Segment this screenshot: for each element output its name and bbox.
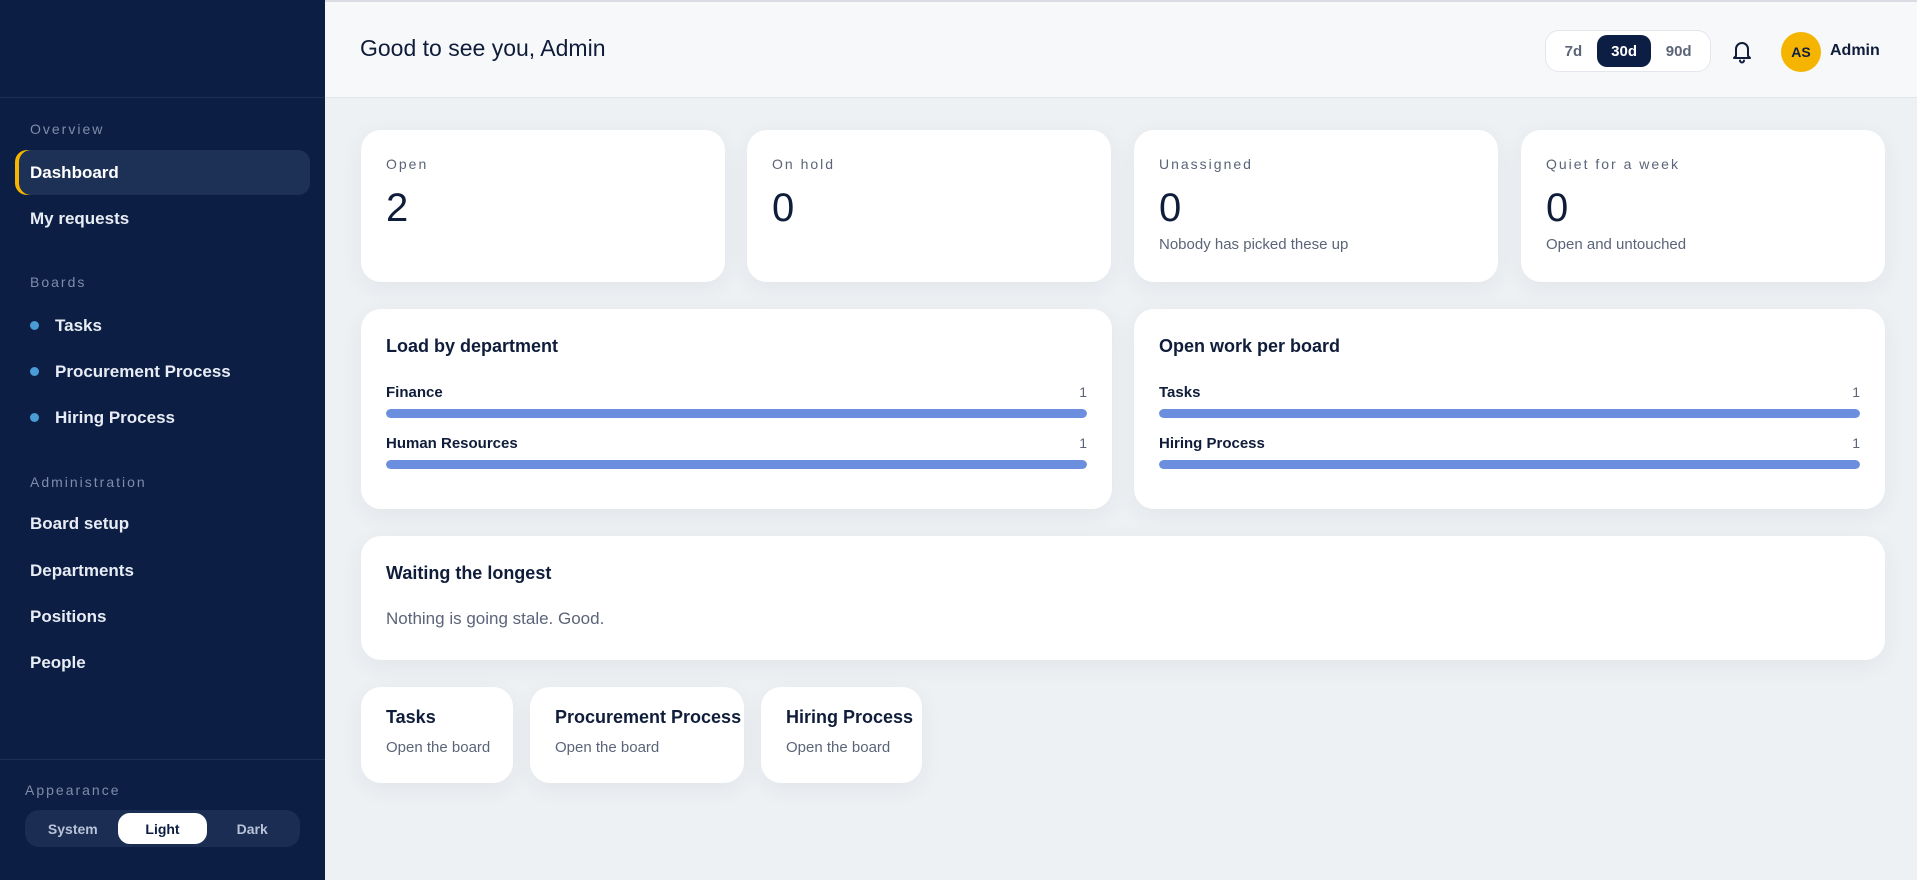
range-option-90d[interactable]: 90d xyxy=(1651,35,1706,67)
waiting-longest-card: Waiting the longest Nothing is going sta… xyxy=(361,536,1885,660)
board-dot-icon xyxy=(30,367,39,376)
card-title: Waiting the longest xyxy=(386,563,552,583)
sidebar-item-dashboard[interactable]: Dashboard xyxy=(15,150,310,195)
card-title: Load by department xyxy=(386,336,559,356)
sidebar-item-label: Tasks xyxy=(55,315,102,335)
bar-value: 1 xyxy=(1079,435,1087,451)
bell-icon[interactable] xyxy=(1730,38,1754,64)
appearance-option-light[interactable]: Light xyxy=(117,813,208,844)
range-option-7d[interactable]: 7d xyxy=(1550,35,1597,67)
avatar[interactable]: AS xyxy=(1781,32,1821,72)
stat-label: On hold xyxy=(772,156,836,172)
sidebar-item-people[interactable]: People xyxy=(15,640,310,685)
bar-track xyxy=(1159,409,1860,418)
bar-row-hiring-process: Hiring Process 1 xyxy=(1159,435,1860,480)
bar-row-tasks: Tasks 1 xyxy=(1159,384,1860,429)
sidebar-item-departments[interactable]: Departments xyxy=(15,548,310,593)
board-card-title: Procurement Process xyxy=(555,707,742,727)
bar-label: Human Resources xyxy=(386,435,518,452)
board-dot-icon xyxy=(30,321,39,330)
open-work-per-board-card: Open work per board Tasks 1 Hiring Proce… xyxy=(1134,309,1885,509)
board-card-hiring-process[interactable]: Hiring Process Open the board xyxy=(761,687,922,783)
stat-label: Open xyxy=(386,156,429,172)
board-card-procurement-process[interactable]: Procurement Process Open the board xyxy=(530,687,744,783)
sidebar-item-label: People xyxy=(30,652,86,672)
sidebar-item-label: Positions xyxy=(30,606,107,626)
board-card-title: Tasks xyxy=(386,707,436,727)
bar-label: Tasks xyxy=(1159,384,1201,401)
user-name[interactable]: Admin xyxy=(1830,42,1880,60)
range-option-30d[interactable]: 30d xyxy=(1596,35,1652,67)
stat-card-on-hold: On hold 0 xyxy=(747,130,1111,282)
board-dot-icon xyxy=(30,413,39,422)
bar-row-finance: Finance 1 xyxy=(386,384,1087,429)
bar-track xyxy=(386,409,1087,418)
board-card-subtitle: Open the board xyxy=(555,739,660,756)
appearance-toggle: System Light Dark xyxy=(25,810,300,847)
sidebar-item-hiring-process[interactable]: Hiring Process xyxy=(15,395,310,440)
bar-value: 1 xyxy=(1852,384,1860,400)
bar-label: Finance xyxy=(386,384,443,401)
section-title-appearance: Appearance xyxy=(25,782,121,798)
sidebar-item-label: Dashboard xyxy=(30,162,119,182)
empty-state-text: Nothing is going stale. Good. xyxy=(386,609,605,628)
bar-fill xyxy=(386,460,1087,469)
top-header: Good to see you, Admin 7d 30d 90d AS Adm… xyxy=(325,0,1917,98)
section-title-overview: Overview xyxy=(30,121,105,137)
bar-fill xyxy=(1159,460,1860,469)
date-range-selector: 7d 30d 90d xyxy=(1545,30,1711,72)
sidebar-item-positions[interactable]: Positions xyxy=(15,594,310,639)
sidebar-item-board-setup[interactable]: Board setup xyxy=(15,501,310,546)
stat-card-quiet: Quiet for a week 0 Open and untouched xyxy=(1521,130,1885,282)
section-title-administration: Administration xyxy=(30,474,147,490)
board-card-tasks[interactable]: Tasks Open the board xyxy=(361,687,513,783)
stat-card-unassigned: Unassigned 0 Nobody has picked these up xyxy=(1134,130,1498,282)
sidebar-item-procurement-process[interactable]: Procurement Process xyxy=(15,349,310,394)
bar-value: 1 xyxy=(1852,435,1860,451)
sidebar-brand-area xyxy=(0,0,325,98)
sidebar-item-tasks[interactable]: Tasks xyxy=(15,303,310,348)
stat-card-open: Open 2 xyxy=(361,130,725,282)
board-card-title: Hiring Process xyxy=(786,707,914,727)
card-title: Open work per board xyxy=(1159,336,1341,356)
appearance-option-system[interactable]: System xyxy=(28,813,118,844)
stat-value: 0 xyxy=(772,186,795,230)
stat-value: 0 xyxy=(1546,186,1569,230)
section-title-boards: Boards xyxy=(30,274,87,290)
divider xyxy=(0,759,325,760)
sidebar-item-label: My requests xyxy=(30,208,130,228)
bar-row-human-resources: Human Resources 1 xyxy=(386,435,1087,480)
sidebar: Overview Dashboard My requests Boards Ta… xyxy=(0,0,325,880)
bar-fill xyxy=(1159,409,1860,418)
board-card-subtitle: Open the board xyxy=(786,739,891,756)
appearance-option-dark[interactable]: Dark xyxy=(207,813,297,844)
bar-track xyxy=(1159,460,1860,469)
stat-value: 0 xyxy=(1159,186,1182,230)
stat-value: 2 xyxy=(386,186,409,230)
bar-track xyxy=(386,460,1087,469)
stat-label: Unassigned xyxy=(1159,156,1253,172)
page-title: Good to see you, Admin xyxy=(360,35,606,61)
bar-label: Hiring Process xyxy=(1159,435,1265,452)
sidebar-item-label: Departments xyxy=(30,560,134,580)
bar-value: 1 xyxy=(1079,384,1087,400)
bar-fill xyxy=(386,409,1087,418)
board-card-subtitle: Open the board xyxy=(386,739,491,756)
load-by-department-card: Load by department Finance 1 Human Resou… xyxy=(361,309,1112,509)
stat-label: Quiet for a week xyxy=(1546,156,1680,172)
sidebar-item-my-requests[interactable]: My requests xyxy=(15,196,310,241)
sidebar-item-label: Hiring Process xyxy=(55,407,175,427)
sidebar-item-label: Procurement Process xyxy=(55,361,231,381)
sidebar-item-label: Board setup xyxy=(30,513,130,533)
stat-subtext: Nobody has picked these up xyxy=(1159,236,1349,253)
stat-subtext: Open and untouched xyxy=(1546,236,1687,253)
